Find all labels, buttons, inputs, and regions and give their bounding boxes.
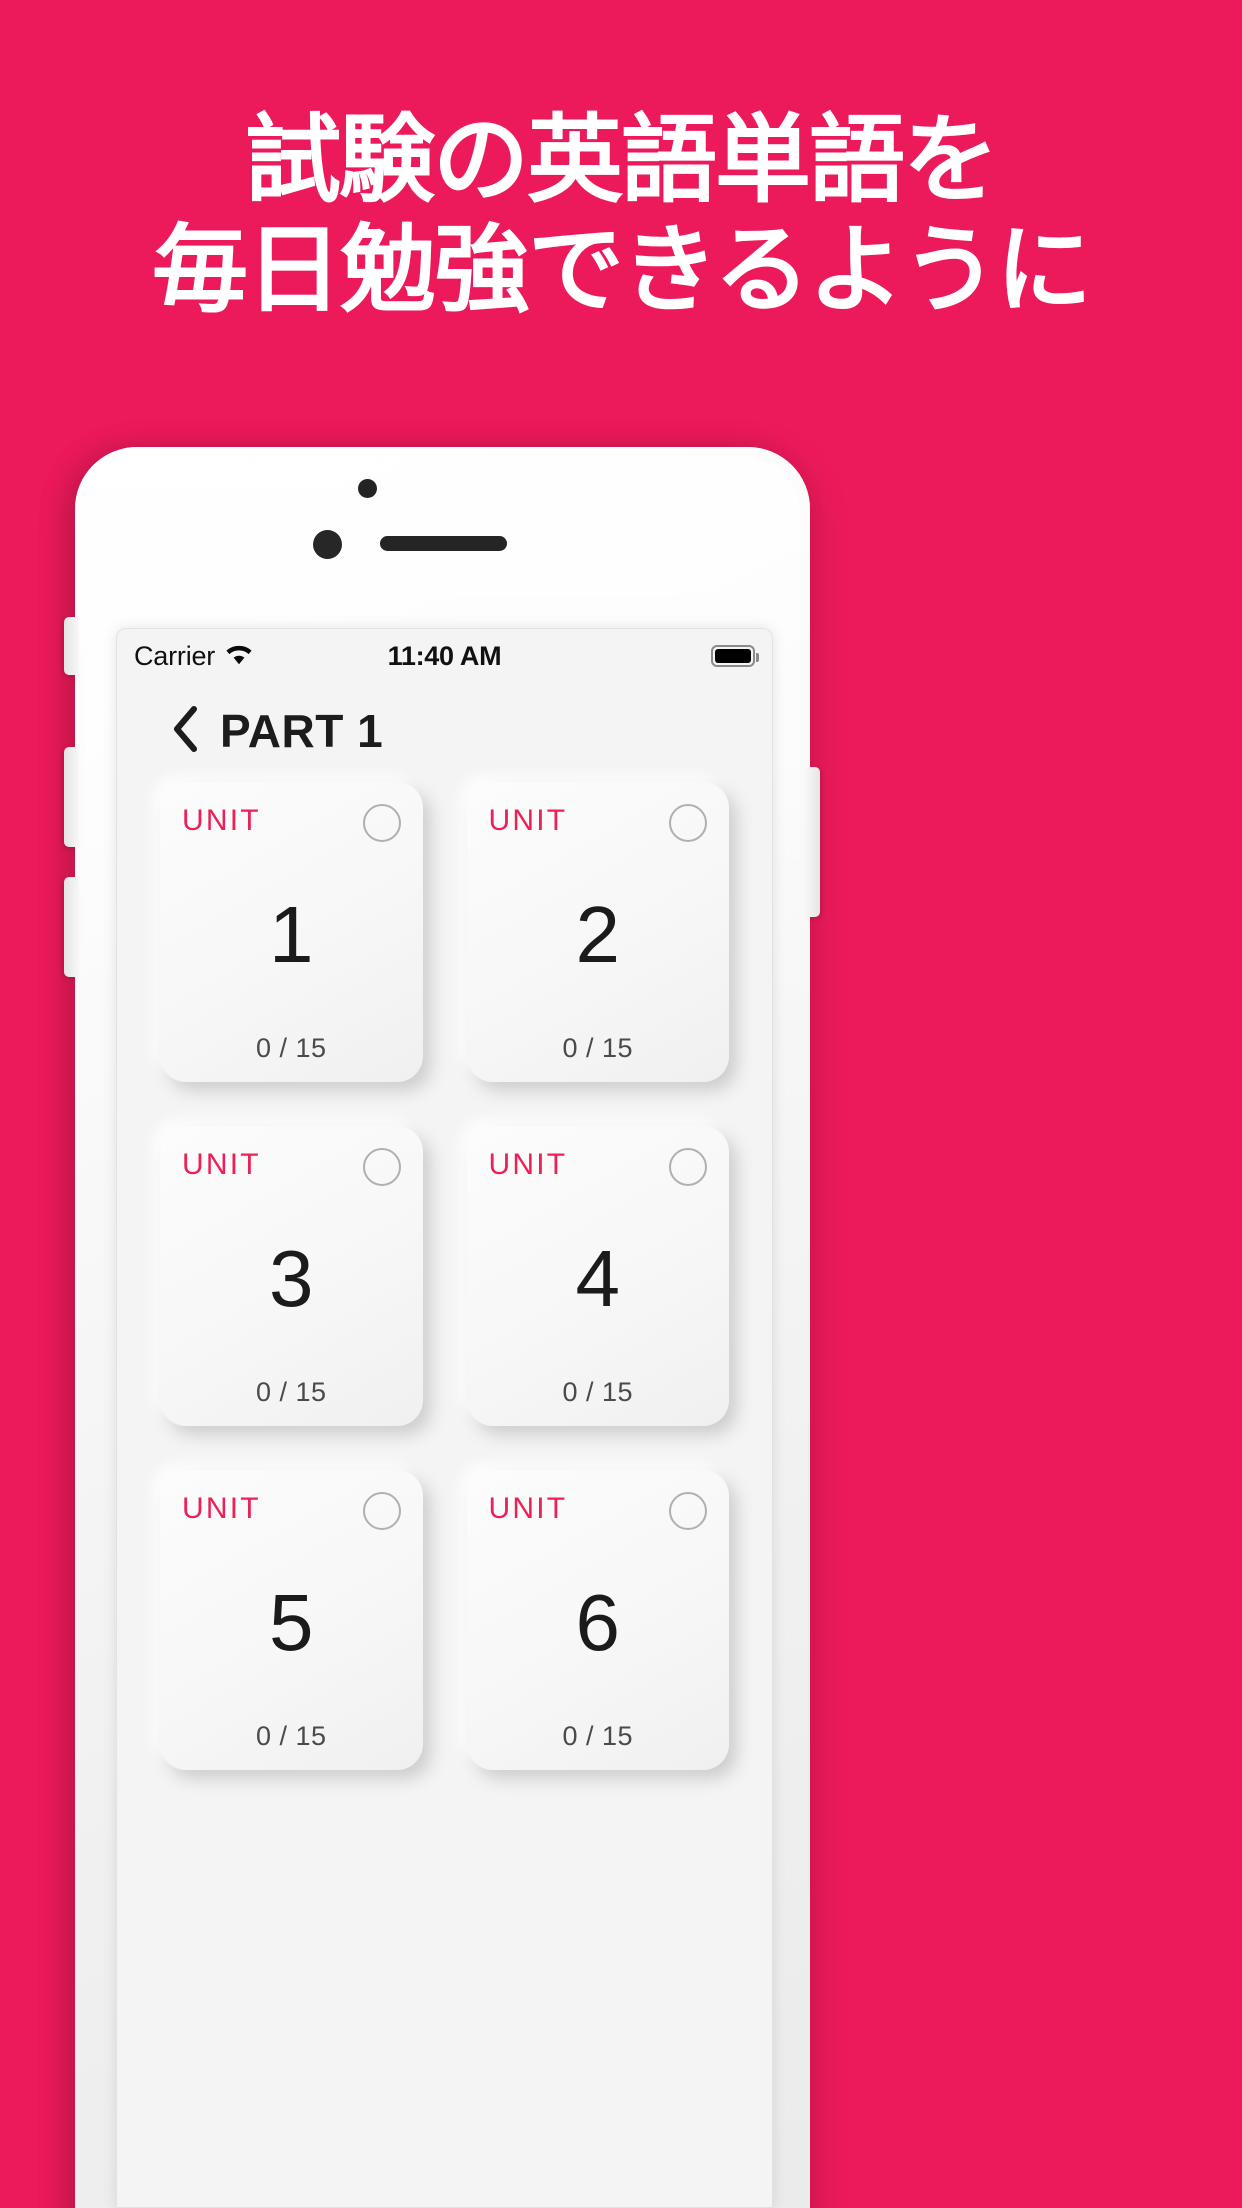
unit-card[interactable]: UNIT 1 0 / 15 <box>160 782 423 1082</box>
battery-cap <box>755 653 759 662</box>
wifi-icon <box>224 641 254 672</box>
unit-card[interactable]: UNIT 6 0 / 15 <box>466 1470 729 1770</box>
promo-screenshot: 試験の英語単語を 毎日勉強できるように Carrier 11:40 AM PAR… <box>0 0 1242 2208</box>
unit-progress: 0 / 15 <box>255 1033 327 1063</box>
unit-card[interactable]: UNIT 5 0 / 15 <box>160 1470 423 1770</box>
page-title: PART 1 <box>220 705 384 757</box>
unit-card[interactable]: UNIT 2 0 / 15 <box>466 782 729 1082</box>
battery-full-icon <box>711 645 759 667</box>
unit-card[interactable]: UNIT 3 0 / 15 <box>160 1126 423 1426</box>
navigation-bar: PART 1 <box>116 684 773 776</box>
chevron-left-icon[interactable] <box>172 705 198 757</box>
carrier-label: Carrier <box>134 640 216 671</box>
unit-card-label: UNIT <box>182 804 261 837</box>
unit-card-label: UNIT <box>182 1148 261 1181</box>
phone-proximity-sensor-icon <box>358 479 377 498</box>
phone-power-button[interactable] <box>807 767 820 917</box>
unit-number: 1 <box>269 889 314 979</box>
unit-number: 6 <box>575 1577 621 1667</box>
unit-card[interactable]: UNIT 4 0 / 15 <box>466 1126 729 1426</box>
unit-number: 5 <box>269 1577 314 1667</box>
promo-headline: 試験の英語単語を 毎日勉強できるように <box>0 105 1242 325</box>
unit-card-label: UNIT <box>182 1492 261 1525</box>
phone-mute-switch[interactable] <box>64 617 78 675</box>
unit-progress: 0 / 15 <box>562 1033 634 1063</box>
battery-fill <box>715 649 751 663</box>
app-viewport: Carrier 11:40 AM PART 1 UNIT 1 0 / 15 UN… <box>116 628 773 2208</box>
unit-progress: 0 / 15 <box>562 1377 634 1407</box>
unit-card-label: UNIT <box>488 804 568 837</box>
unit-grid: UNIT 1 0 / 15 UNIT 2 0 / 15 UNIT 3 0 / 1… <box>116 776 773 1770</box>
unit-progress: 0 / 15 <box>255 1721 327 1751</box>
phone-volume-down-button[interactable] <box>64 877 78 977</box>
phone-earpiece-speaker-icon <box>380 536 507 551</box>
unit-card-label: UNIT <box>488 1148 568 1181</box>
status-bar-right <box>711 645 759 667</box>
unit-number: 3 <box>269 1233 314 1323</box>
status-bar-left: Carrier <box>134 641 254 672</box>
headline-line-1: 試験の英語単語を <box>245 104 999 216</box>
phone-front-camera-icon <box>313 530 342 559</box>
status-bar: Carrier 11:40 AM <box>116 628 773 684</box>
unit-number: 4 <box>575 1233 621 1323</box>
unit-number: 2 <box>575 889 621 979</box>
unit-progress: 0 / 15 <box>255 1377 327 1407</box>
unit-progress: 0 / 15 <box>562 1721 634 1751</box>
phone-volume-up-button[interactable] <box>64 747 78 847</box>
headline-line-2: 毎日勉強できるように <box>151 214 1092 326</box>
unit-card-label: UNIT <box>488 1492 568 1525</box>
